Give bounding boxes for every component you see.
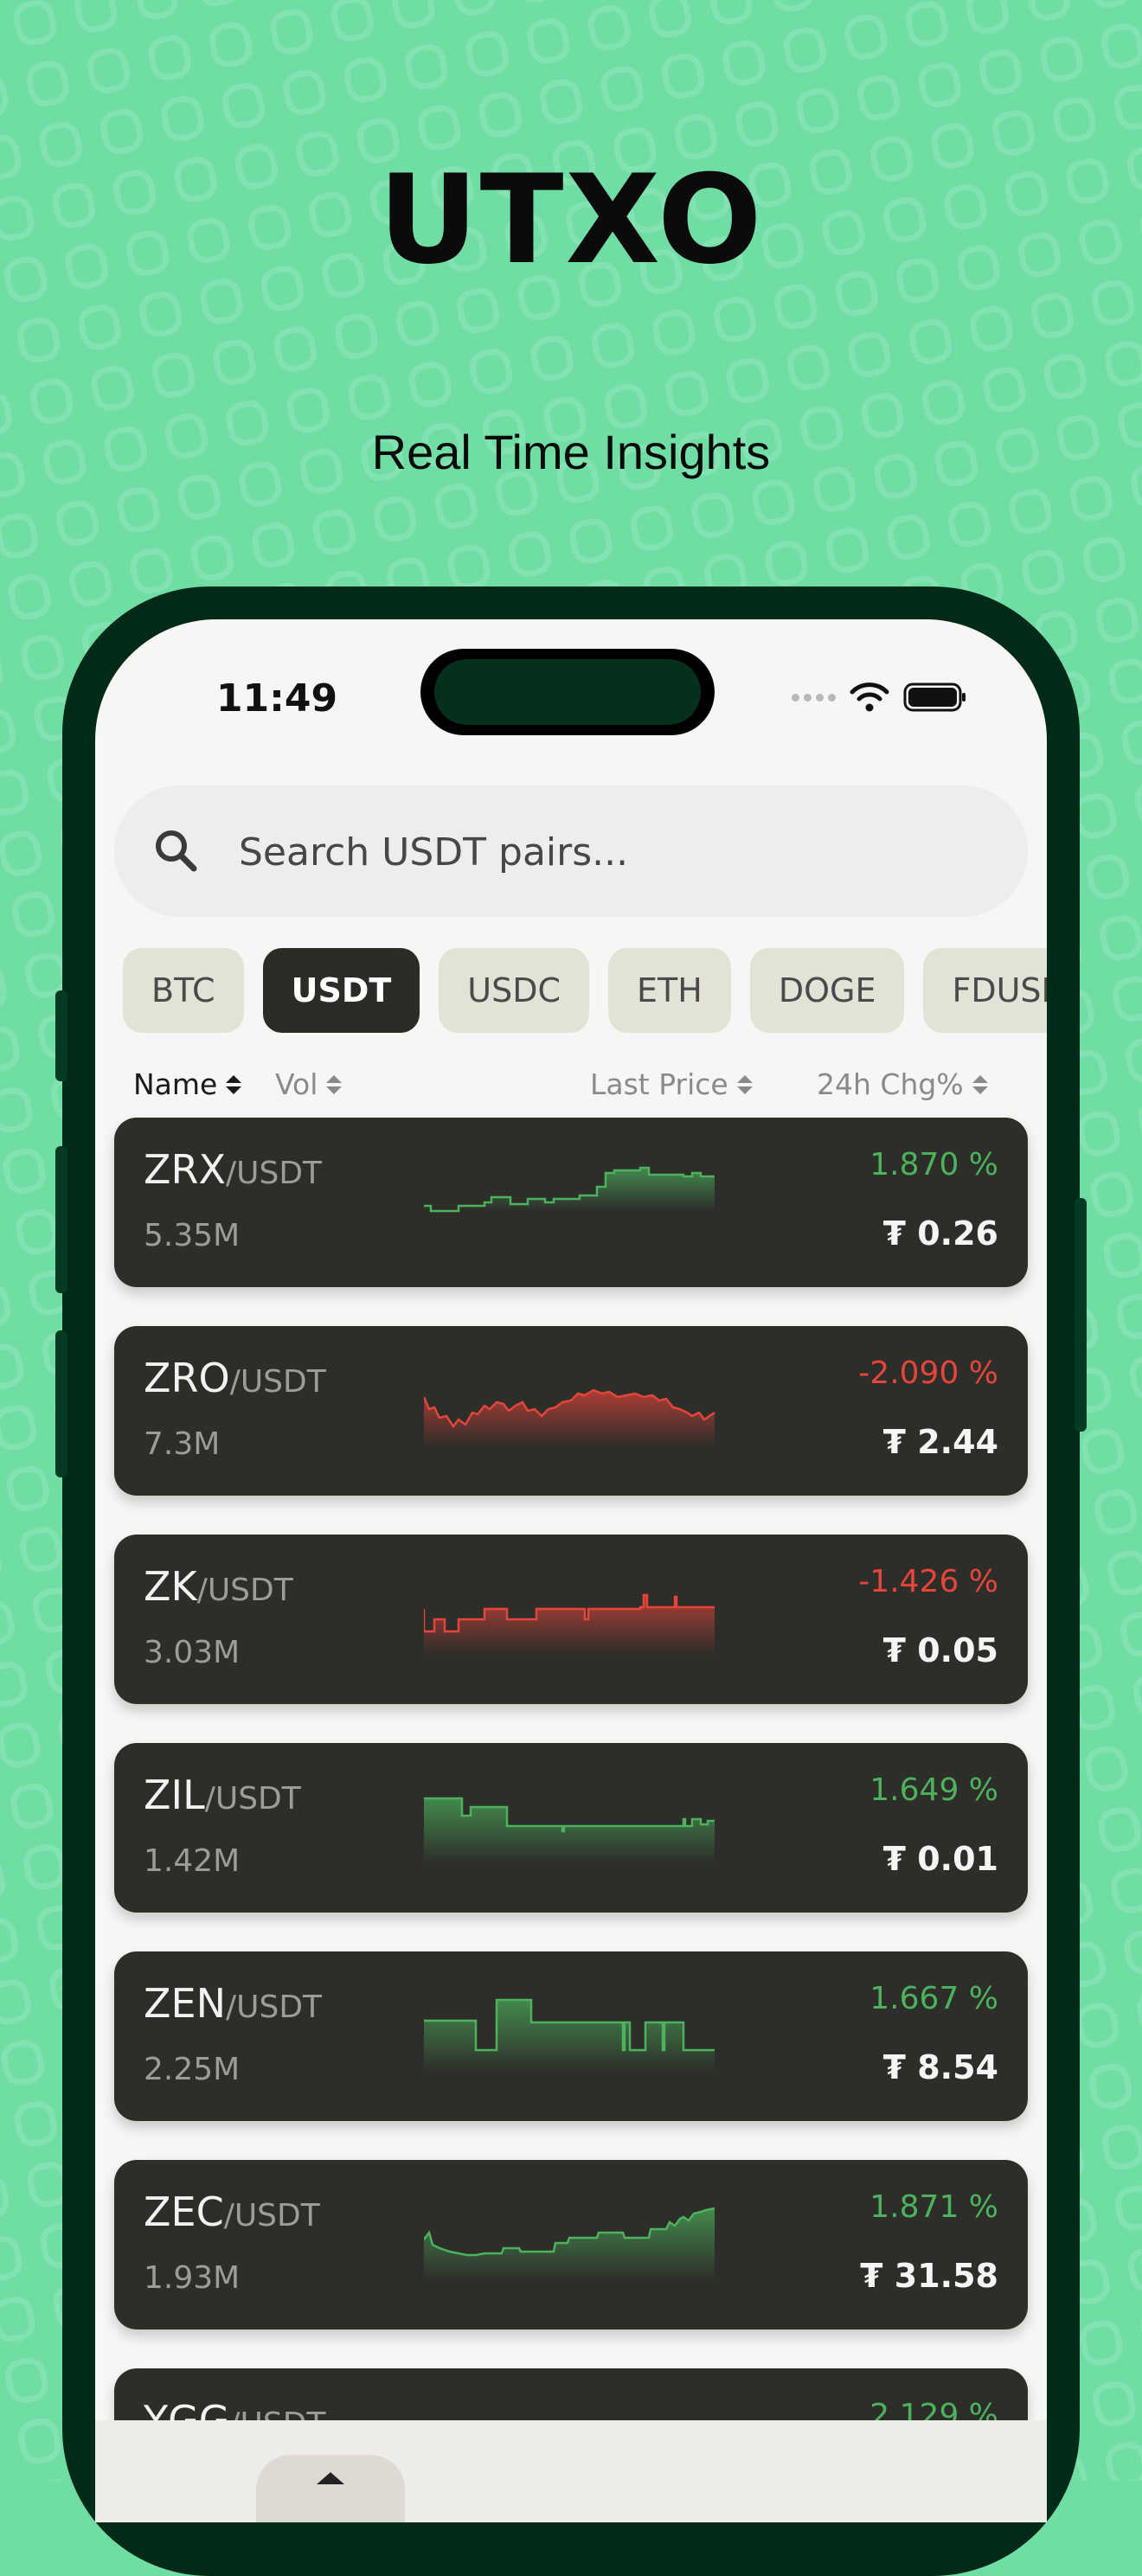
pair-price: ₮ 8.54 (882, 2048, 998, 2086)
bottom-sheet-handle[interactable] (256, 2455, 405, 2522)
pair-name: ZRX/USDT (144, 1144, 322, 1206)
pair-card-zk[interactable]: ZK/USDT 3.03M -1.426 % ₮ 0.05 (114, 1535, 1028, 1704)
pair-name: ZIL/USDT (144, 1769, 301, 1831)
sort-price-label: Last Price (590, 1067, 728, 1101)
pair-base: ZK (144, 1563, 197, 1610)
pair-volume: 5.35M (144, 1218, 241, 1253)
sort-arrows-icon (972, 1075, 988, 1094)
pair-volume: 1.93M (144, 2260, 241, 2296)
pair-price: ₮ 31.58 (860, 2257, 998, 2295)
dynamic-island (420, 649, 715, 735)
sort-by-last-price[interactable]: Last Price (590, 1066, 753, 1104)
tab-usdc[interactable]: USDC (439, 948, 590, 1033)
sort-arrows-icon (736, 1075, 753, 1094)
phone-power-button (1075, 1198, 1087, 1432)
tab-eth[interactable]: ETH (608, 948, 731, 1033)
status-time: 11:49 (216, 676, 338, 721)
pair-base: ZEC (144, 2188, 224, 2235)
phone-volume-up-button (55, 1146, 67, 1293)
app-title: UTXO (378, 149, 764, 292)
sort-name-label: Name (133, 1067, 218, 1101)
sort-by-volume[interactable]: Vol (275, 1066, 343, 1104)
tab-usdt[interactable]: USDT (262, 948, 420, 1033)
sort-vol-label: Vol (275, 1067, 318, 1101)
price-sparkline (424, 1166, 715, 1213)
sort-by-change[interactable]: 24h Chg% (817, 1066, 988, 1104)
battery-icon (903, 682, 966, 712)
wifi-icon (850, 682, 889, 712)
pair-change: 1.667 % (869, 1981, 998, 2016)
sort-by-name[interactable]: Name (133, 1066, 242, 1104)
pair-quote: /USDT (223, 2198, 320, 2233)
search-icon (156, 830, 197, 872)
pair-base: ZIL (144, 1772, 205, 1818)
sort-arrows-icon (226, 1075, 242, 1094)
tab-fdusd[interactable]: FDUSD (923, 948, 1047, 1033)
price-sparkline (424, 1797, 715, 1864)
sort-change-label: 24h Chg% (817, 1067, 964, 1101)
pair-name: ZK/USDT (144, 1560, 293, 1623)
pair-quote: /USDT (204, 1781, 301, 1817)
pair-card-zec[interactable]: ZEC/USDT 1.93M 1.871 % ₮ 31.58 (114, 2160, 1028, 2329)
pair-volume: 1.42M (144, 1843, 241, 1879)
pair-card-zrx[interactable]: ZRX/USDT 5.35M 1.870 % ₮ 0.26 (114, 1118, 1028, 1287)
pair-change: 1.870 % (869, 1147, 998, 1182)
tab-doge[interactable]: DOGE (749, 948, 905, 1033)
search-bar[interactable] (114, 785, 1028, 917)
pair-change: -1.426 % (858, 1564, 998, 1599)
pair-quote: /USDT (196, 1573, 293, 1608)
pair-base: ZRO (144, 1355, 230, 1401)
pair-price: ₮ 2.44 (882, 1423, 998, 1461)
search-input[interactable] (237, 823, 985, 881)
pair-price: ₮ 0.26 (882, 1214, 998, 1253)
pair-card-zro[interactable]: ZRO/USDT 7.3M -2.090 % ₮ 2.44 (114, 1326, 1028, 1496)
pair-name: ZRO/USDT (144, 1352, 326, 1414)
pair-price: ₮ 0.01 (882, 1840, 998, 1878)
pair-volume: 7.3M (144, 1426, 221, 1462)
chevron-up-icon (317, 2472, 344, 2484)
pair-price: ₮ 0.05 (882, 1631, 998, 1669)
tab-btc[interactable]: BTC (123, 948, 244, 1033)
pair-base: ZRX (144, 1146, 226, 1193)
sort-header-row: Name Vol Last Price 24h Chg% (95, 1059, 1047, 1111)
pair-name: ZEC/USDT (144, 2186, 320, 2248)
pair-volume: 2.25M (144, 2052, 241, 2087)
cellular-signal-icon (792, 693, 836, 702)
pair-quote: /USDT (226, 1156, 323, 1191)
app-subtitle: Real Time Insights (371, 425, 771, 479)
status-icons (792, 680, 967, 714)
pair-card-zil[interactable]: ZIL/USDT 1.42M 1.649 % ₮ 0.01 (114, 1743, 1028, 1913)
pair-change: -2.090 % (858, 1355, 998, 1391)
quote-currency-tabs: BTC USDT USDC ETH DOGE FDUSD (114, 948, 1047, 1035)
pair-card-zen[interactable]: ZEN/USDT 2.25M 1.667 % ₮ 8.54 (114, 1951, 1028, 2121)
phone-action-button (55, 990, 67, 1081)
pair-change: 1.871 % (869, 2189, 998, 2225)
price-sparkline (424, 1388, 715, 1447)
bottom-sheet-bar (95, 2420, 1047, 2522)
pair-quote: /USDT (226, 1990, 323, 2025)
price-sparkline (424, 1593, 715, 1656)
phone-volume-down-button (55, 1330, 67, 1477)
phone-screen: 11:49 BTC USDT USDC ETH DOGE FDUSD (95, 619, 1047, 2522)
pair-quote: /USDT (229, 1364, 326, 1400)
pair-base: ZEN (144, 1980, 226, 2027)
pair-volume: 3.03M (144, 1635, 241, 1670)
price-sparkline (424, 1998, 715, 2073)
sort-arrows-icon (326, 1075, 343, 1094)
pair-name: ZEN/USDT (144, 1977, 322, 2040)
pair-change: 1.649 % (869, 1772, 998, 1808)
price-sparkline (424, 2207, 715, 2281)
